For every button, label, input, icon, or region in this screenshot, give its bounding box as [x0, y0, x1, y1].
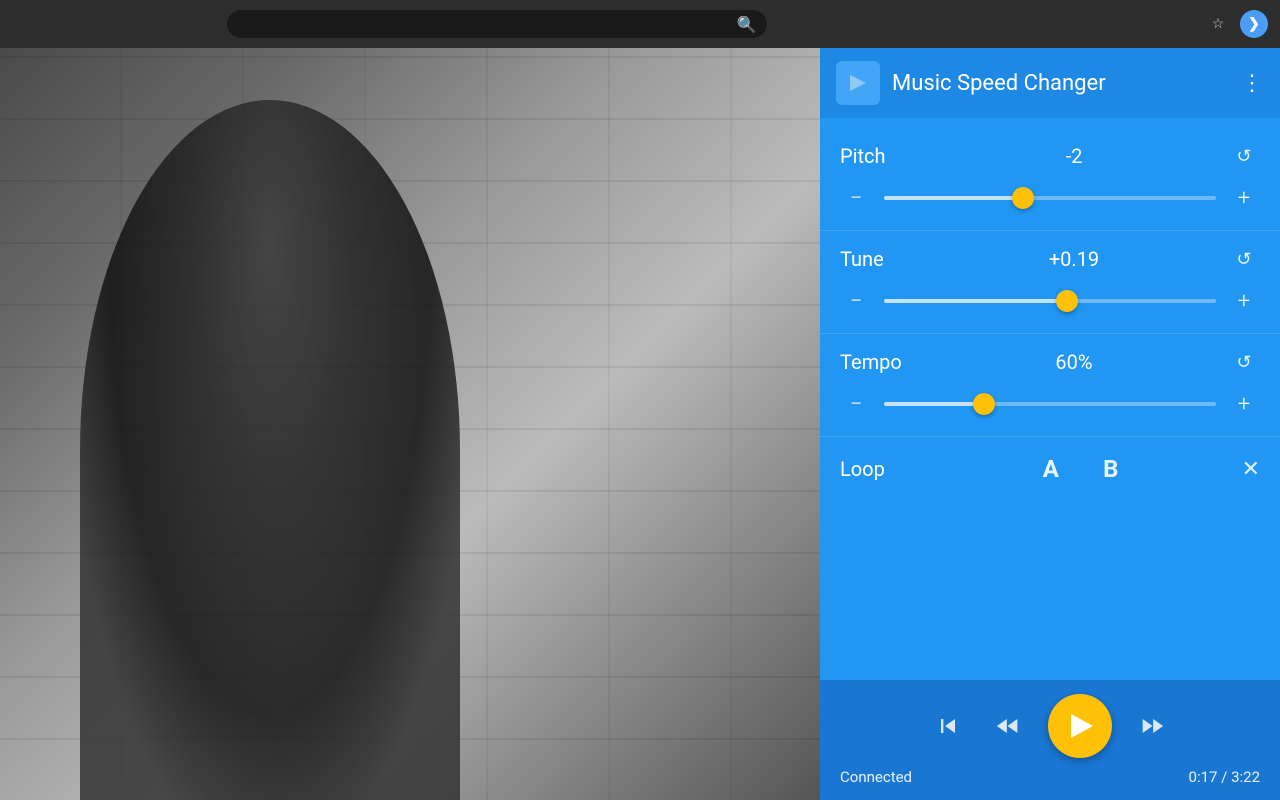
pitch-slider[interactable] [884, 196, 1216, 200]
forward-icon[interactable]: ❯ [1240, 10, 1268, 38]
panel-header: Music Speed Changer ⋮ [820, 48, 1280, 118]
loop-b-button[interactable]: B [1093, 451, 1129, 487]
tempo-section: Tempo 60% ↺ − + [820, 334, 1280, 437]
tune-slider-fill [884, 299, 1067, 303]
transport-row [928, 694, 1172, 758]
panel-content: Pitch -2 ↺ − + Tune +0.19 ↺ − [820, 118, 1280, 680]
pitch-label: Pitch [840, 144, 920, 168]
player-controls: Connected 0:17 / 3:22 [820, 680, 1280, 800]
tune-value: +0.19 [920, 247, 1228, 271]
tune-row: Tune +0.19 ↺ [840, 243, 1260, 275]
search-icon: 🔍 [737, 15, 757, 34]
tempo-label: Tempo [840, 350, 920, 374]
pitch-plus-button[interactable]: + [1228, 182, 1260, 214]
loop-close-button[interactable]: ✕ [1242, 457, 1260, 482]
loop-controls: A B [920, 451, 1242, 487]
pitch-slider-row: − + [840, 182, 1260, 214]
pitch-slider-fill [884, 196, 1023, 200]
tempo-reset-button[interactable]: ↺ [1228, 346, 1260, 378]
tune-minus-button[interactable]: − [840, 285, 872, 317]
fast-forward-button[interactable] [1132, 706, 1172, 746]
tune-slider-thumb[interactable] [1056, 290, 1078, 312]
tune-section: Tune +0.19 ↺ − + [820, 231, 1280, 334]
loop-row: Loop A B ✕ [820, 437, 1280, 501]
tempo-minus-button[interactable]: − [840, 388, 872, 420]
tempo-row: Tempo 60% ↺ [840, 346, 1260, 378]
connection-status: Connected [840, 768, 912, 786]
app-icon [836, 61, 880, 105]
pitch-section: Pitch -2 ↺ − + [820, 128, 1280, 231]
pitch-row: Pitch -2 ↺ [840, 140, 1260, 172]
tempo-slider[interactable] [884, 402, 1216, 406]
address-bar: 🔍 [227, 10, 767, 38]
menu-button[interactable]: ⋮ [1241, 71, 1264, 96]
browser-bar: 🔍 ☆ ❯ [0, 0, 1280, 48]
tempo-plus-button[interactable]: + [1228, 388, 1260, 420]
video-content [0, 48, 820, 800]
tune-reset-button[interactable]: ↺ [1228, 243, 1260, 275]
skip-back-button[interactable] [928, 706, 968, 746]
video-area [0, 0, 820, 800]
loop-a-button[interactable]: A [1033, 451, 1069, 487]
rewind-button[interactable] [988, 706, 1028, 746]
pitch-reset-button[interactable]: ↺ [1228, 140, 1260, 172]
browser-icons-right: ☆ ❯ [1204, 10, 1268, 38]
tempo-value: 60% [920, 350, 1228, 374]
tune-slider[interactable] [884, 299, 1216, 303]
bookmark-icon[interactable]: ☆ [1204, 10, 1232, 38]
loop-label: Loop [840, 457, 920, 481]
tempo-slider-thumb[interactable] [973, 393, 995, 415]
status-row: Connected 0:17 / 3:22 [840, 764, 1260, 790]
pitch-slider-thumb[interactable] [1012, 187, 1034, 209]
panel-title: Music Speed Changer [892, 71, 1229, 96]
playback-time: 0:17 / 3:22 [1189, 768, 1260, 786]
tune-slider-row: − + [840, 285, 1260, 317]
pitch-minus-button[interactable]: − [840, 182, 872, 214]
tune-label: Tune [840, 247, 920, 271]
tune-plus-button[interactable]: + [1228, 285, 1260, 317]
person-silhouette [80, 100, 460, 800]
music-speed-changer-panel: Music Speed Changer ⋮ Pitch -2 ↺ − + [820, 48, 1280, 800]
tempo-slider-fill [884, 402, 984, 406]
pitch-value: -2 [920, 144, 1228, 168]
play-button[interactable] [1048, 694, 1112, 758]
tempo-slider-row: − + [840, 388, 1260, 420]
